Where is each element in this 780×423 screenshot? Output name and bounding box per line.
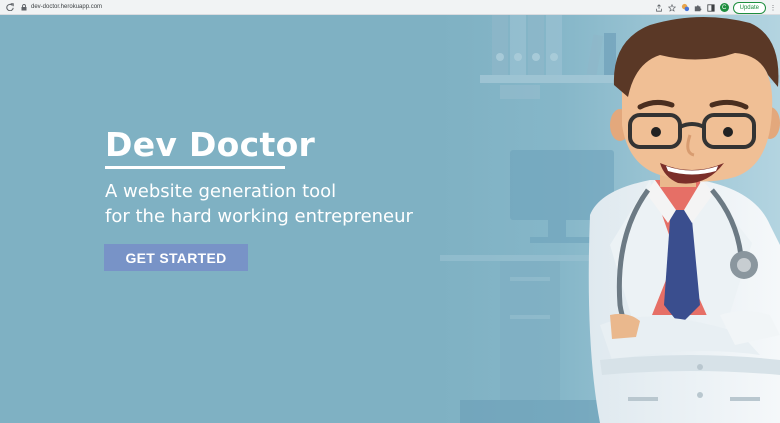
hero-section: Dev Doctor A website generation tool for… [0,15,780,423]
doctor-figure [588,16,780,423]
reload-icon[interactable] [3,0,17,15]
more-icon[interactable]: ⋮ [770,3,777,13]
tagline: A website generation tool for the hard w… [105,179,413,229]
tagline-line-1: A website generation tool [105,181,337,202]
puzzle-icon[interactable] [694,3,703,12]
title-underline [105,166,285,169]
extension-icon[interactable] [681,3,690,12]
star-icon[interactable] [668,3,677,12]
tagline-line-2: for the hard working entrepreneur [105,206,413,227]
get-started-button[interactable]: GET STARTED [104,244,248,271]
sidepanel-icon[interactable] [707,3,716,12]
url-text[interactable]: dev-doctor.herokuapp.com [31,4,102,10]
browser-toolbar: C Update ⋮ [655,0,777,15]
browser-address-bar: dev-doctor.herokuapp.com C Update ⋮ [0,0,780,15]
avatar[interactable]: C [719,3,729,12]
update-button[interactable]: Update [732,1,766,14]
share-icon[interactable] [655,3,664,12]
lock-icon[interactable] [19,0,29,15]
page-title: Dev Doctor [105,125,316,164]
